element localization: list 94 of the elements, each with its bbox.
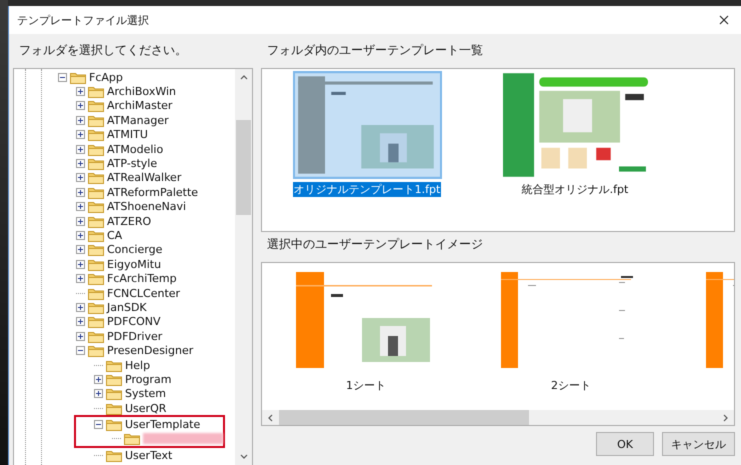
folder-label[interactable]: Concierge [107, 243, 162, 256]
expand-toggle[interactable] [76, 188, 85, 197]
expand-toggle[interactable] [76, 302, 85, 312]
folder-label[interactable]: EigyoMitu [107, 258, 162, 271]
folder-icon [88, 186, 104, 199]
folder-icon [88, 142, 104, 156]
cancel-button[interactable]: キャンセル [662, 432, 735, 456]
folder-label[interactable]: CA [107, 228, 122, 242]
folder-label[interactable]: PDFDriver [107, 330, 162, 343]
expand-toggle[interactable] [76, 116, 85, 125]
folder-icon [88, 272, 104, 286]
folder-icon [88, 258, 104, 271]
folder-icon [88, 344, 104, 358]
folder-icon [88, 228, 104, 242]
folder-icon [106, 358, 122, 372]
expand-toggle[interactable] [94, 420, 103, 430]
sheet-name: 2シート [551, 378, 592, 393]
expand-toggle[interactable] [76, 173, 85, 182]
folder-icon [88, 85, 104, 98]
sheet-name: 1シート [346, 378, 387, 393]
window-title: テンプレートファイル選択 [17, 12, 149, 28]
expand-toggle[interactable] [76, 317, 85, 326]
folder-label[interactable]: ATShoeneNavi [107, 200, 186, 214]
folder-label[interactable]: UserTemplate [125, 418, 200, 432]
expand-toggle[interactable] [76, 332, 85, 341]
folder-label[interactable]: Program [125, 372, 172, 386]
folder-icon [88, 171, 104, 184]
folder-icon [88, 286, 104, 300]
scroll-up-icon[interactable] [240, 75, 248, 80]
expand-toggle[interactable] [58, 72, 67, 82]
folder-icon [88, 128, 104, 142]
folder-icon [124, 432, 140, 446]
expand-toggle[interactable] [76, 245, 85, 254]
vertical-scrollbar[interactable] [235, 69, 252, 465]
folder-icon [88, 315, 104, 328]
folder-icon [88, 300, 104, 314]
expand-toggle[interactable] [94, 374, 103, 384]
expand-toggle[interactable] [76, 87, 85, 96]
folder-icon [88, 157, 104, 170]
folder-label[interactable]: ArchiMaster [107, 99, 172, 112]
expand-toggle[interactable] [76, 144, 85, 154]
close-icon[interactable] [719, 15, 729, 25]
folder-icon [88, 214, 104, 228]
folder-label[interactable]: FcArchiTemp [107, 272, 177, 286]
expand-toggle[interactable] [76, 202, 85, 212]
folder-label[interactable]: UserText [125, 448, 172, 462]
folder-label[interactable]: ArchiBoxWin [107, 85, 176, 98]
scrollbar-thumb[interactable] [236, 120, 251, 215]
expand-toggle[interactable] [76, 101, 85, 110]
folder-icon [106, 387, 122, 400]
folder-icon [88, 243, 104, 256]
template-file-name[interactable]: 統合型オリジナル.fpt [520, 182, 630, 197]
folder-label[interactable]: PresenDesigner [107, 344, 194, 358]
folder-icon [106, 418, 122, 432]
template-file-name[interactable]: オリジナルテンプレート1.fpt [292, 182, 442, 197]
folder-label[interactable]: ATP-style [107, 157, 158, 170]
folder-icon [88, 99, 104, 112]
scrollbar-thumb[interactable] [279, 410, 529, 425]
scroll-down-icon[interactable] [240, 454, 248, 459]
horizontal-scrollbar[interactable] [262, 410, 734, 425]
folder-label[interactable]: ATZERO [107, 214, 152, 228]
folder-label[interactable]: FcApp [89, 70, 123, 84]
folder-icon [88, 330, 104, 343]
expand-toggle[interactable] [76, 216, 85, 226]
folder-label[interactable]: Help [125, 358, 150, 372]
template-list-label: フォルダ内のユーザーテンプレート一覧 [266, 42, 484, 59]
expand-toggle[interactable] [76, 159, 85, 168]
expand-toggle[interactable] [76, 230, 85, 240]
expand-toggle[interactable] [76, 274, 85, 284]
ok-button[interactable]: OK [596, 432, 654, 456]
folder-label[interactable]: ATReformPalette [107, 186, 198, 199]
folder-label[interactable]: UserQR [125, 402, 166, 415]
folder-panel-label: フォルダを選択してください。 [18, 42, 188, 59]
folder-label[interactable]: System [125, 387, 166, 400]
folder-label[interactable]: ATModelio [107, 142, 164, 156]
folder-label[interactable]: FCNCLCenter [107, 286, 180, 300]
scroll-left-icon[interactable] [268, 414, 273, 422]
folder-label[interactable]: PDFCONV [107, 315, 161, 328]
folder-icon [106, 448, 122, 462]
folder-label[interactable]: JanSDK [107, 300, 147, 314]
folder-icon [106, 402, 122, 415]
folder-icon [88, 200, 104, 214]
folder-label[interactable]: ATMITU [107, 128, 148, 142]
folder-icon [106, 372, 122, 386]
expand-toggle[interactable] [94, 389, 103, 398]
expand-toggle[interactable] [76, 346, 85, 356]
folder-icon [88, 114, 104, 127]
folder-icon [70, 70, 86, 84]
folder-label[interactable]: ATManager [107, 114, 169, 127]
scroll-right-icon[interactable] [723, 414, 728, 422]
folder-label[interactable]: ATRealWalker [107, 171, 182, 184]
preview-label: 選択中のユーザーテンプレートイメージ [266, 236, 484, 253]
expand-toggle[interactable] [76, 130, 85, 140]
expand-toggle[interactable] [76, 260, 85, 269]
